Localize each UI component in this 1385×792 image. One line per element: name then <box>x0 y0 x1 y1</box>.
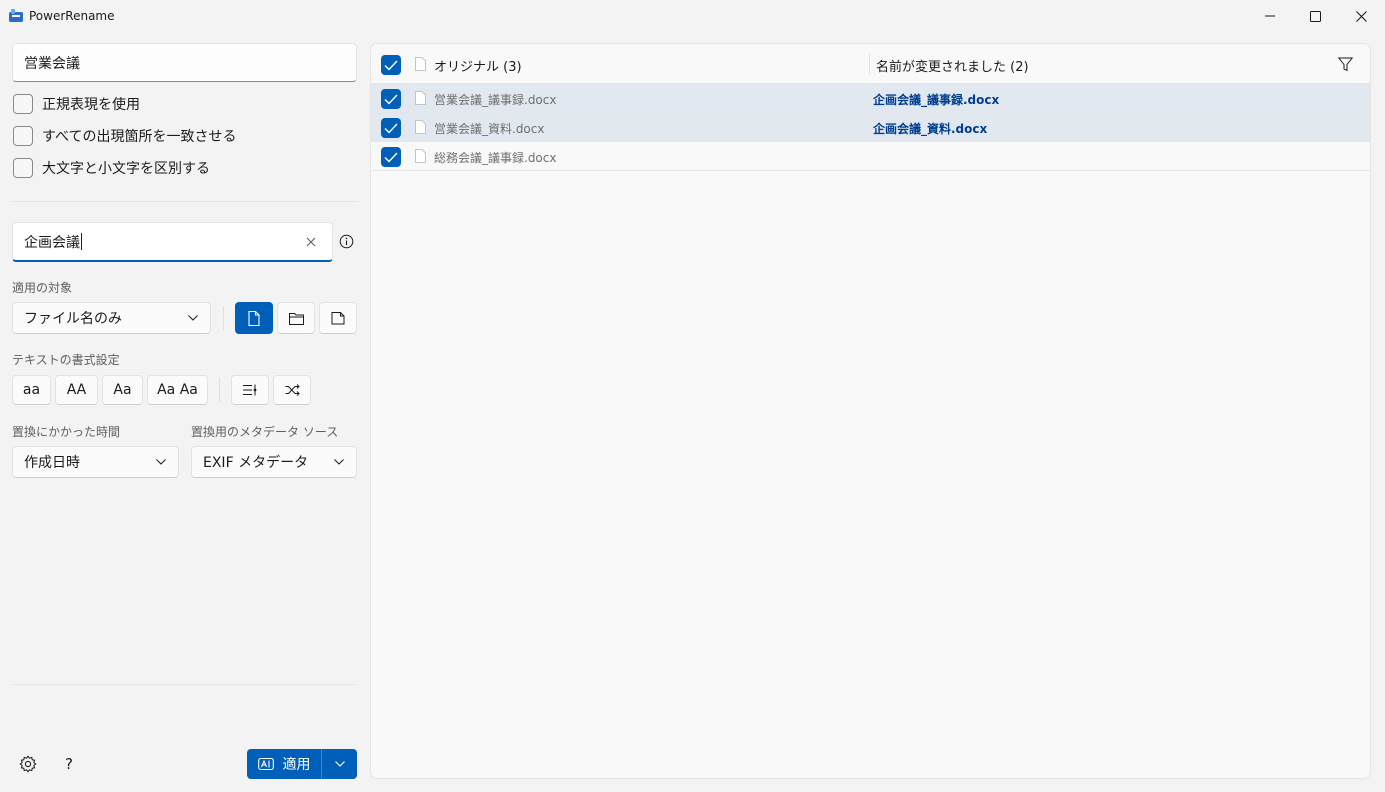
maximize-button[interactable] <box>1292 0 1338 32</box>
apply-button-label: 適用 <box>282 757 311 773</box>
uppercase-button[interactable]: AA <box>55 375 98 405</box>
maximize-icon <box>1309 10 1321 22</box>
checkmark-icon <box>384 152 398 163</box>
regex-checkbox-box[interactable] <box>13 94 33 114</box>
file-list-panel: オリジナル (3) 名前が変更されました (2) 営業会議_議事録.docx 企… <box>370 43 1371 779</box>
title-bar: PowerRename <box>0 0 1385 32</box>
uppercase-button-label: AA <box>66 382 87 398</box>
folder-icon <box>288 312 304 325</box>
text-format-label: テキストの書式設定 <box>12 353 120 367</box>
search-input[interactable]: 営業会議 <box>12 43 357 82</box>
file-icon <box>415 91 426 105</box>
chevron-down-icon <box>334 761 345 767</box>
search-input-value: 営業会議 <box>24 55 80 72</box>
apply-button[interactable]: 適用 <box>247 749 321 779</box>
file-row[interactable]: 総務会議_議事録.docx <box>371 142 1370 171</box>
shuffle-icon <box>285 384 300 396</box>
titlecase-button[interactable]: Aa <box>102 375 143 405</box>
filter-icon[interactable] <box>1338 57 1353 72</box>
enumerate-items-button[interactable] <box>231 375 269 405</box>
time-dropdown[interactable]: 作成日時 <box>12 446 179 478</box>
section-divider <box>12 201 357 202</box>
checkmark-icon <box>384 60 398 71</box>
apply-to-label: 適用の対象 <box>12 281 73 295</box>
toolbar-separator <box>223 306 224 330</box>
case-sensitive-checkbox[interactable]: 大文字と小文字を区別する <box>13 157 210 179</box>
file-row[interactable]: 営業会議_資料.docx 企画会議_資料.docx <box>371 113 1370 142</box>
checkmark-icon <box>384 94 398 105</box>
file-row[interactable]: 営業会議_議事録.docx 企画会議_議事録.docx <box>371 84 1370 113</box>
replace-input-value: 企画会議 <box>24 234 80 251</box>
original-filename: 営業会議_議事録.docx <box>434 93 557 107</box>
chevron-down-icon <box>188 315 198 321</box>
case-sensitive-checkbox-label: 大文字と小文字を区別する <box>42 161 210 177</box>
apply-to-dropdown[interactable]: ファイル名のみ <box>12 302 211 334</box>
powerrename-app-icon <box>9 9 23 22</box>
original-filename: 営業会議_資料.docx <box>434 122 545 136</box>
file-icon <box>415 120 426 134</box>
row-checkbox[interactable] <box>381 147 401 167</box>
regex-checkbox-label: 正規表現を使用 <box>42 97 140 113</box>
row-checkbox[interactable] <box>381 89 401 109</box>
close-icon <box>1355 10 1367 22</box>
clear-text-icon[interactable] <box>304 235 318 249</box>
include-folders-toggle[interactable] <box>277 302 315 334</box>
regex-checkbox[interactable]: 正規表現を使用 <box>13 93 140 115</box>
list-numbered-icon <box>243 384 257 396</box>
file-icon <box>415 149 426 163</box>
apply-split-button[interactable]: 適用 <box>247 749 357 779</box>
file-icon <box>415 57 426 71</box>
titlecase-button-label: Aa <box>113 382 132 398</box>
time-label: 置換にかかった時間 <box>12 425 121 439</box>
original-column-header[interactable]: オリジナル (3) <box>434 56 522 75</box>
original-filename: 総務会議_議事録.docx <box>434 151 557 165</box>
time-selected: 作成日時 <box>24 455 80 471</box>
checkmark-icon <box>384 123 398 134</box>
chevron-down-icon <box>156 459 166 465</box>
close-button[interactable] <box>1338 0 1384 32</box>
settings-gear-icon[interactable] <box>19 755 37 773</box>
include-subfolders-toggle[interactable] <box>319 302 357 334</box>
window-title: PowerRename <box>29 9 115 23</box>
file-icon <box>248 310 260 326</box>
replace-input[interactable]: 企画会議 <box>12 222 333 262</box>
match-all-checkbox[interactable]: すべての出現箇所を一致させる <box>13 125 236 147</box>
row-checkbox[interactable] <box>381 118 401 138</box>
rename-icon <box>257 757 274 771</box>
lowercase-button-label: aa <box>22 382 41 398</box>
randomize-button[interactable] <box>273 375 311 405</box>
metadata-selected: EXIF メタデータ <box>203 455 309 471</box>
capitalize-each-word-button-label: Aa Aa <box>157 382 198 398</box>
match-all-checkbox-box[interactable] <box>13 126 33 146</box>
apply-to-selected: ファイル名のみ <box>24 311 122 327</box>
minimize-icon <box>1265 15 1275 17</box>
renamed-filename: 企画会議_資料.docx <box>873 122 988 136</box>
info-icon[interactable] <box>339 234 354 249</box>
column-separator <box>869 54 870 74</box>
include-files-toggle[interactable] <box>235 302 273 334</box>
metadata-dropdown[interactable]: EXIF メタデータ <box>191 446 357 478</box>
chevron-down-icon <box>334 459 344 465</box>
subfolder-icon <box>331 312 345 325</box>
help-button[interactable]: ? <box>65 755 73 773</box>
apply-options-dropdown[interactable] <box>322 749 357 779</box>
footer-divider <box>12 684 357 685</box>
renamed-column-header[interactable]: 名前が変更されました (2) <box>876 56 1029 75</box>
list-header: オリジナル (3) 名前が変更されました (2) <box>371 44 1370 84</box>
toolbar-separator <box>219 378 220 402</box>
case-sensitive-checkbox-box[interactable] <box>13 158 33 178</box>
select-all-checkbox[interactable] <box>381 55 401 75</box>
text-caret <box>81 233 82 250</box>
renamed-filename: 企画会議_議事録.docx <box>873 93 1000 107</box>
metadata-label: 置換用のメタデータ ソース <box>191 425 339 439</box>
lowercase-button[interactable]: aa <box>12 375 51 405</box>
minimize-button[interactable] <box>1247 0 1293 32</box>
match-all-checkbox-label: すべての出現箇所を一致させる <box>42 129 237 145</box>
capitalize-each-word-button[interactable]: Aa Aa <box>147 375 208 405</box>
